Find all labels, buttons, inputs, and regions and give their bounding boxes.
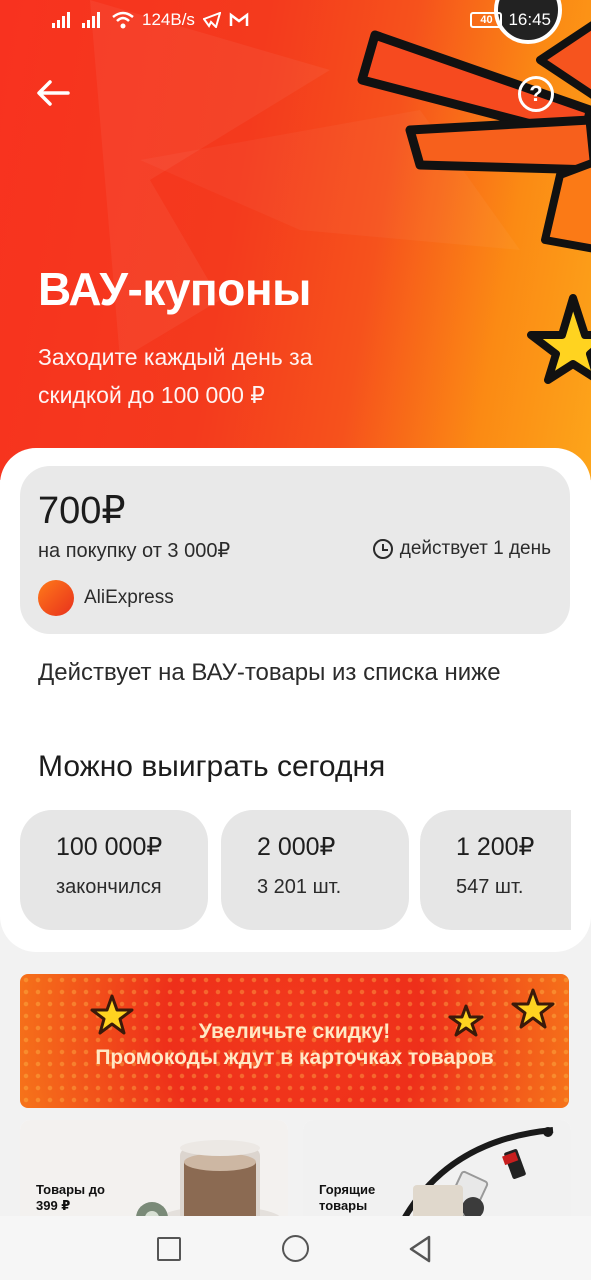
prize-card[interactable]: 100 000₽ закончился [20, 810, 208, 930]
wifi-icon [112, 11, 134, 29]
prize-card[interactable]: 2 000₽ 3 201 шт. [221, 810, 409, 930]
promo-line-2: Промокоды ждут в карточках товаров [95, 1046, 494, 1069]
network-speed: 124B/s [142, 10, 195, 29]
help-icon[interactable]: ? [518, 76, 554, 112]
page-subtitle: Заходите каждый день за скидкой до 100 0… [38, 344, 313, 408]
nav-back-icon[interactable] [408, 1235, 432, 1263]
home-icon[interactable] [282, 1235, 309, 1262]
seller-name: AliExpress [84, 587, 174, 608]
coupon-validity: действует 1 день [372, 538, 551, 560]
coupon-validity-text: действует 1 день [399, 538, 551, 559]
aliexpress-logo-icon [38, 580, 74, 616]
gmail-icon [229, 12, 249, 26]
coupon-value: 700₽ [38, 490, 126, 532]
back-arrow-icon[interactable] [36, 78, 76, 112]
page-title: ВАУ-купоны [38, 263, 311, 315]
status-bar: 124B/s 40 16:45 [0, 0, 591, 40]
clock-time: 16:45 [508, 10, 551, 29]
category-label: Горящие товары [319, 1182, 376, 1213]
prize-status: 547 шт. [456, 876, 524, 898]
hero-banner: 124B/s 40 16:45 ? ВАУ-купоны Заходите ка… [0, 0, 591, 480]
signal-icon [52, 12, 100, 28]
prize-amount: 2 000₽ [257, 833, 336, 861]
prize-card-clip: 1 200₽ 547 шт. [420, 810, 571, 930]
system-nav-bar [0, 1216, 591, 1280]
recent-apps-icon[interactable] [157, 1237, 181, 1261]
prize-status: 3 201 шт. [257, 876, 342, 898]
prize-status: закончился [56, 876, 162, 898]
prize-amount: 100 000₽ [56, 833, 163, 861]
win-section-title: Можно выиграть сегодня [38, 750, 386, 783]
promo-banner[interactable]: Увеличьте скидку! Промокоды ждут в карто… [20, 974, 569, 1108]
promo-line-1: Увеличьте скидку! [198, 1020, 391, 1043]
seller-info: AliExpress [38, 580, 174, 616]
battery-icon: 40 [470, 12, 503, 28]
category-label: Товары до 399 ₽ [36, 1182, 105, 1213]
applies-note: Действует на ВАУ-товары из списка ниже [38, 659, 501, 686]
clock-icon [372, 539, 393, 559]
coupon-condition: на покупку от 3 000₽ [38, 540, 231, 562]
prize-amount: 1 200₽ [456, 833, 535, 861]
category-card[interactable]: Горящие товары [303, 1120, 571, 1230]
category-card[interactable]: Товары до 399 ₽ [20, 1120, 288, 1230]
telegram-icon [202, 12, 221, 28]
prize-card[interactable]: 1 200₽ 547 шт. [420, 810, 571, 930]
